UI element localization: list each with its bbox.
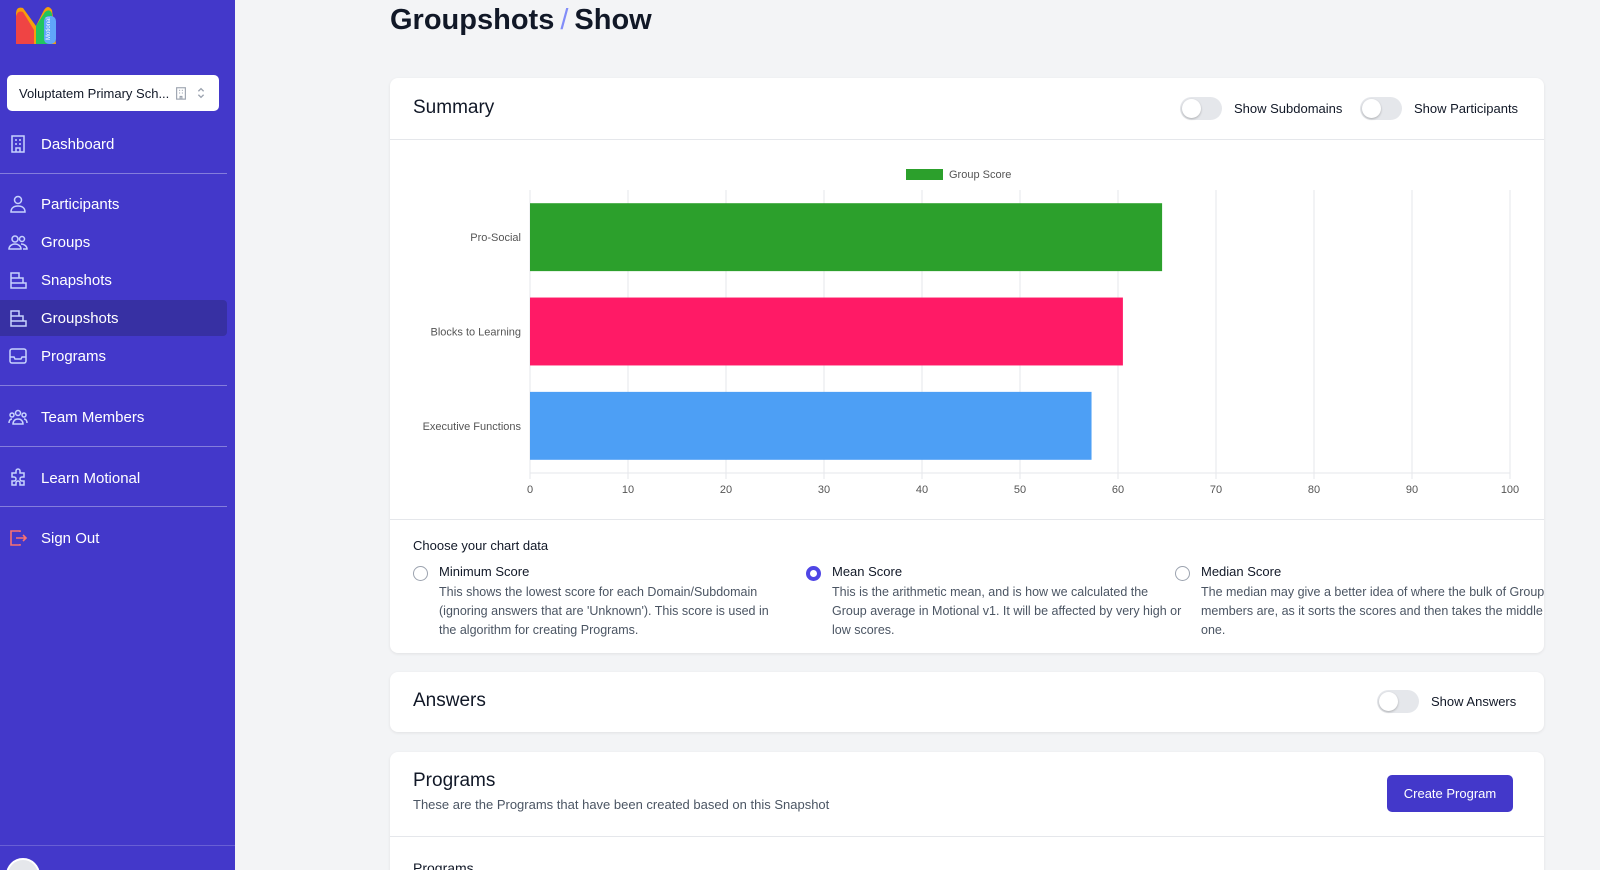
- show-answers-toggle-group: Show Answers: [1377, 690, 1516, 713]
- create-program-button[interactable]: Create Program: [1387, 775, 1513, 812]
- answers-card: Answers Show Answers: [390, 672, 1544, 732]
- sidebar-item-groups[interactable]: Groups: [0, 224, 227, 260]
- answers-title: Answers: [413, 690, 486, 711]
- x-tick-label: 10: [622, 484, 634, 496]
- x-tick-label: 30: [818, 484, 830, 496]
- show-subdomains-toggle-group: Show Subdomains: [1180, 97, 1342, 120]
- chart-data-label: Choose your chart data: [413, 538, 549, 553]
- programs-section-label: Programs: [413, 860, 474, 870]
- programs-subtitle: These are the Programs that have been cr…: [413, 797, 830, 812]
- option-title: Median Score: [1201, 564, 1282, 579]
- option-title: Minimum Score: [439, 564, 530, 579]
- x-tick-label: 20: [720, 484, 732, 496]
- median-score-radio[interactable]: [1175, 566, 1190, 581]
- programs-divider: [390, 836, 1544, 837]
- x-tick-label: 60: [1112, 484, 1124, 496]
- sidebar-item-participants[interactable]: Participants: [0, 186, 227, 222]
- show-answers-label: Show Answers: [1431, 694, 1517, 709]
- show-subdomains-toggle[interactable]: [1180, 97, 1222, 120]
- sidebar-item-label: Learn Motional: [41, 469, 141, 487]
- x-tick-label: 70: [1210, 484, 1222, 496]
- motional-logo[interactable]: Motional: [14, 4, 58, 48]
- breadcrumb-show: Show: [574, 4, 652, 36]
- chart-data-options: Choose your chart data Minimum Score Thi…: [390, 519, 1544, 653]
- x-tick-label: 100: [1501, 484, 1519, 496]
- summary-card: Summary Show Subdomains Show Participant…: [390, 78, 1544, 653]
- sidebar-divider: [0, 173, 227, 174]
- sidebar-item-team-members[interactable]: Team Members: [0, 399, 227, 435]
- sidebar-item-label: Groupshots: [41, 309, 119, 327]
- option-title: Mean Score: [832, 564, 903, 579]
- y-category-label: Executive Functions: [423, 421, 522, 433]
- bar: [530, 391, 1092, 460]
- programs-card: Programs These are the Programs that hav…: [390, 752, 1544, 870]
- sidebar-item-label: Programs: [41, 347, 107, 365]
- stack-icon: [8, 308, 28, 328]
- summary-header: Summary Show Subdomains Show Participant…: [390, 78, 1544, 140]
- sidebar-item-label: Groups: [41, 233, 91, 251]
- summary-title: Summary: [413, 97, 495, 118]
- y-category-label: Pro-Social: [470, 232, 521, 244]
- show-participants-toggle-group: Show Participants: [1360, 97, 1518, 120]
- show-answers-toggle[interactable]: [1377, 690, 1419, 713]
- avatar[interactable]: [6, 858, 40, 870]
- sidebar-footer-divider: [0, 845, 235, 846]
- sidebar-item-dashboard[interactable]: Dashboard: [0, 126, 227, 162]
- sidebar-item-groupshots[interactable]: Groupshots: [0, 300, 227, 336]
- svg-text:Motional: Motional: [46, 17, 52, 40]
- chevron-updown-icon: [193, 85, 209, 101]
- user-icon: [8, 194, 28, 214]
- show-participants-label: Show Participants: [1414, 101, 1519, 116]
- option-description: This shows the lowest score for each Dom…: [439, 585, 769, 637]
- sidebar-divider: [0, 385, 227, 386]
- bar: [530, 203, 1163, 272]
- school-select-value: Voluptatem Primary Sch...: [19, 85, 169, 101]
- sidebar-item-label: Dashboard: [41, 135, 115, 153]
- minimum-score-radio[interactable]: [413, 566, 428, 581]
- option-description: The median may give a better idea of whe…: [1201, 585, 1545, 637]
- sidebar-item-programs[interactable]: Programs: [0, 338, 227, 374]
- stack-icon: [8, 270, 28, 290]
- option-description: This is the arithmetic mean, and is how …: [832, 585, 1182, 637]
- sidebar-item-label: Team Members: [41, 408, 145, 426]
- x-tick-label: 40: [916, 484, 928, 496]
- x-tick-label: 0: [527, 484, 533, 496]
- sidebar-item-label: Participants: [41, 195, 120, 213]
- inbox-icon: [8, 346, 28, 366]
- y-category-label: Blocks to Learning: [431, 327, 522, 339]
- sidebar-item-label: Snapshots: [41, 271, 112, 289]
- sign-out-icon: [8, 528, 28, 548]
- school-select[interactable]: Voluptatem Primary Sch...: [7, 75, 219, 111]
- puzzle-icon: [8, 468, 28, 488]
- sidebar-item-sign-out[interactable]: Sign Out: [0, 520, 227, 556]
- x-tick-label: 80: [1308, 484, 1320, 496]
- sidebar: Motional Voluptatem Primary Sch... Dashb…: [0, 0, 235, 870]
- building-icon: [8, 134, 28, 154]
- x-tick-label: 50: [1014, 484, 1026, 496]
- breadcrumb-groupshots[interactable]: Groupshots: [390, 4, 554, 36]
- building-icon: [173, 85, 189, 101]
- legend-label: Group Score: [949, 169, 1011, 181]
- x-tick-label: 90: [1406, 484, 1418, 496]
- team-icon: [8, 407, 28, 427]
- sidebar-item-learn-motional[interactable]: Learn Motional: [0, 460, 227, 496]
- bar: [530, 297, 1123, 366]
- users-icon: [8, 232, 28, 252]
- show-subdomains-label: Show Subdomains: [1234, 101, 1343, 116]
- page-title: Groupshots / Show: [390, 4, 652, 37]
- mean-score-radio[interactable]: [806, 566, 821, 581]
- programs-title: Programs: [413, 770, 496, 791]
- sidebar-divider: [0, 506, 227, 507]
- sidebar-item-snapshots[interactable]: Snapshots: [0, 262, 227, 298]
- group-score-bar-chart: 0 10 20 30 40 50 60 70 80 90 100 Pro-Social Blocks t…: [423, 169, 1519, 496]
- sidebar-divider: [0, 446, 227, 447]
- breadcrumb-separator: /: [560, 4, 569, 36]
- show-participants-toggle[interactable]: [1360, 97, 1402, 120]
- sidebar-item-label: Sign Out: [41, 529, 100, 547]
- legend-swatch: [906, 169, 943, 180]
